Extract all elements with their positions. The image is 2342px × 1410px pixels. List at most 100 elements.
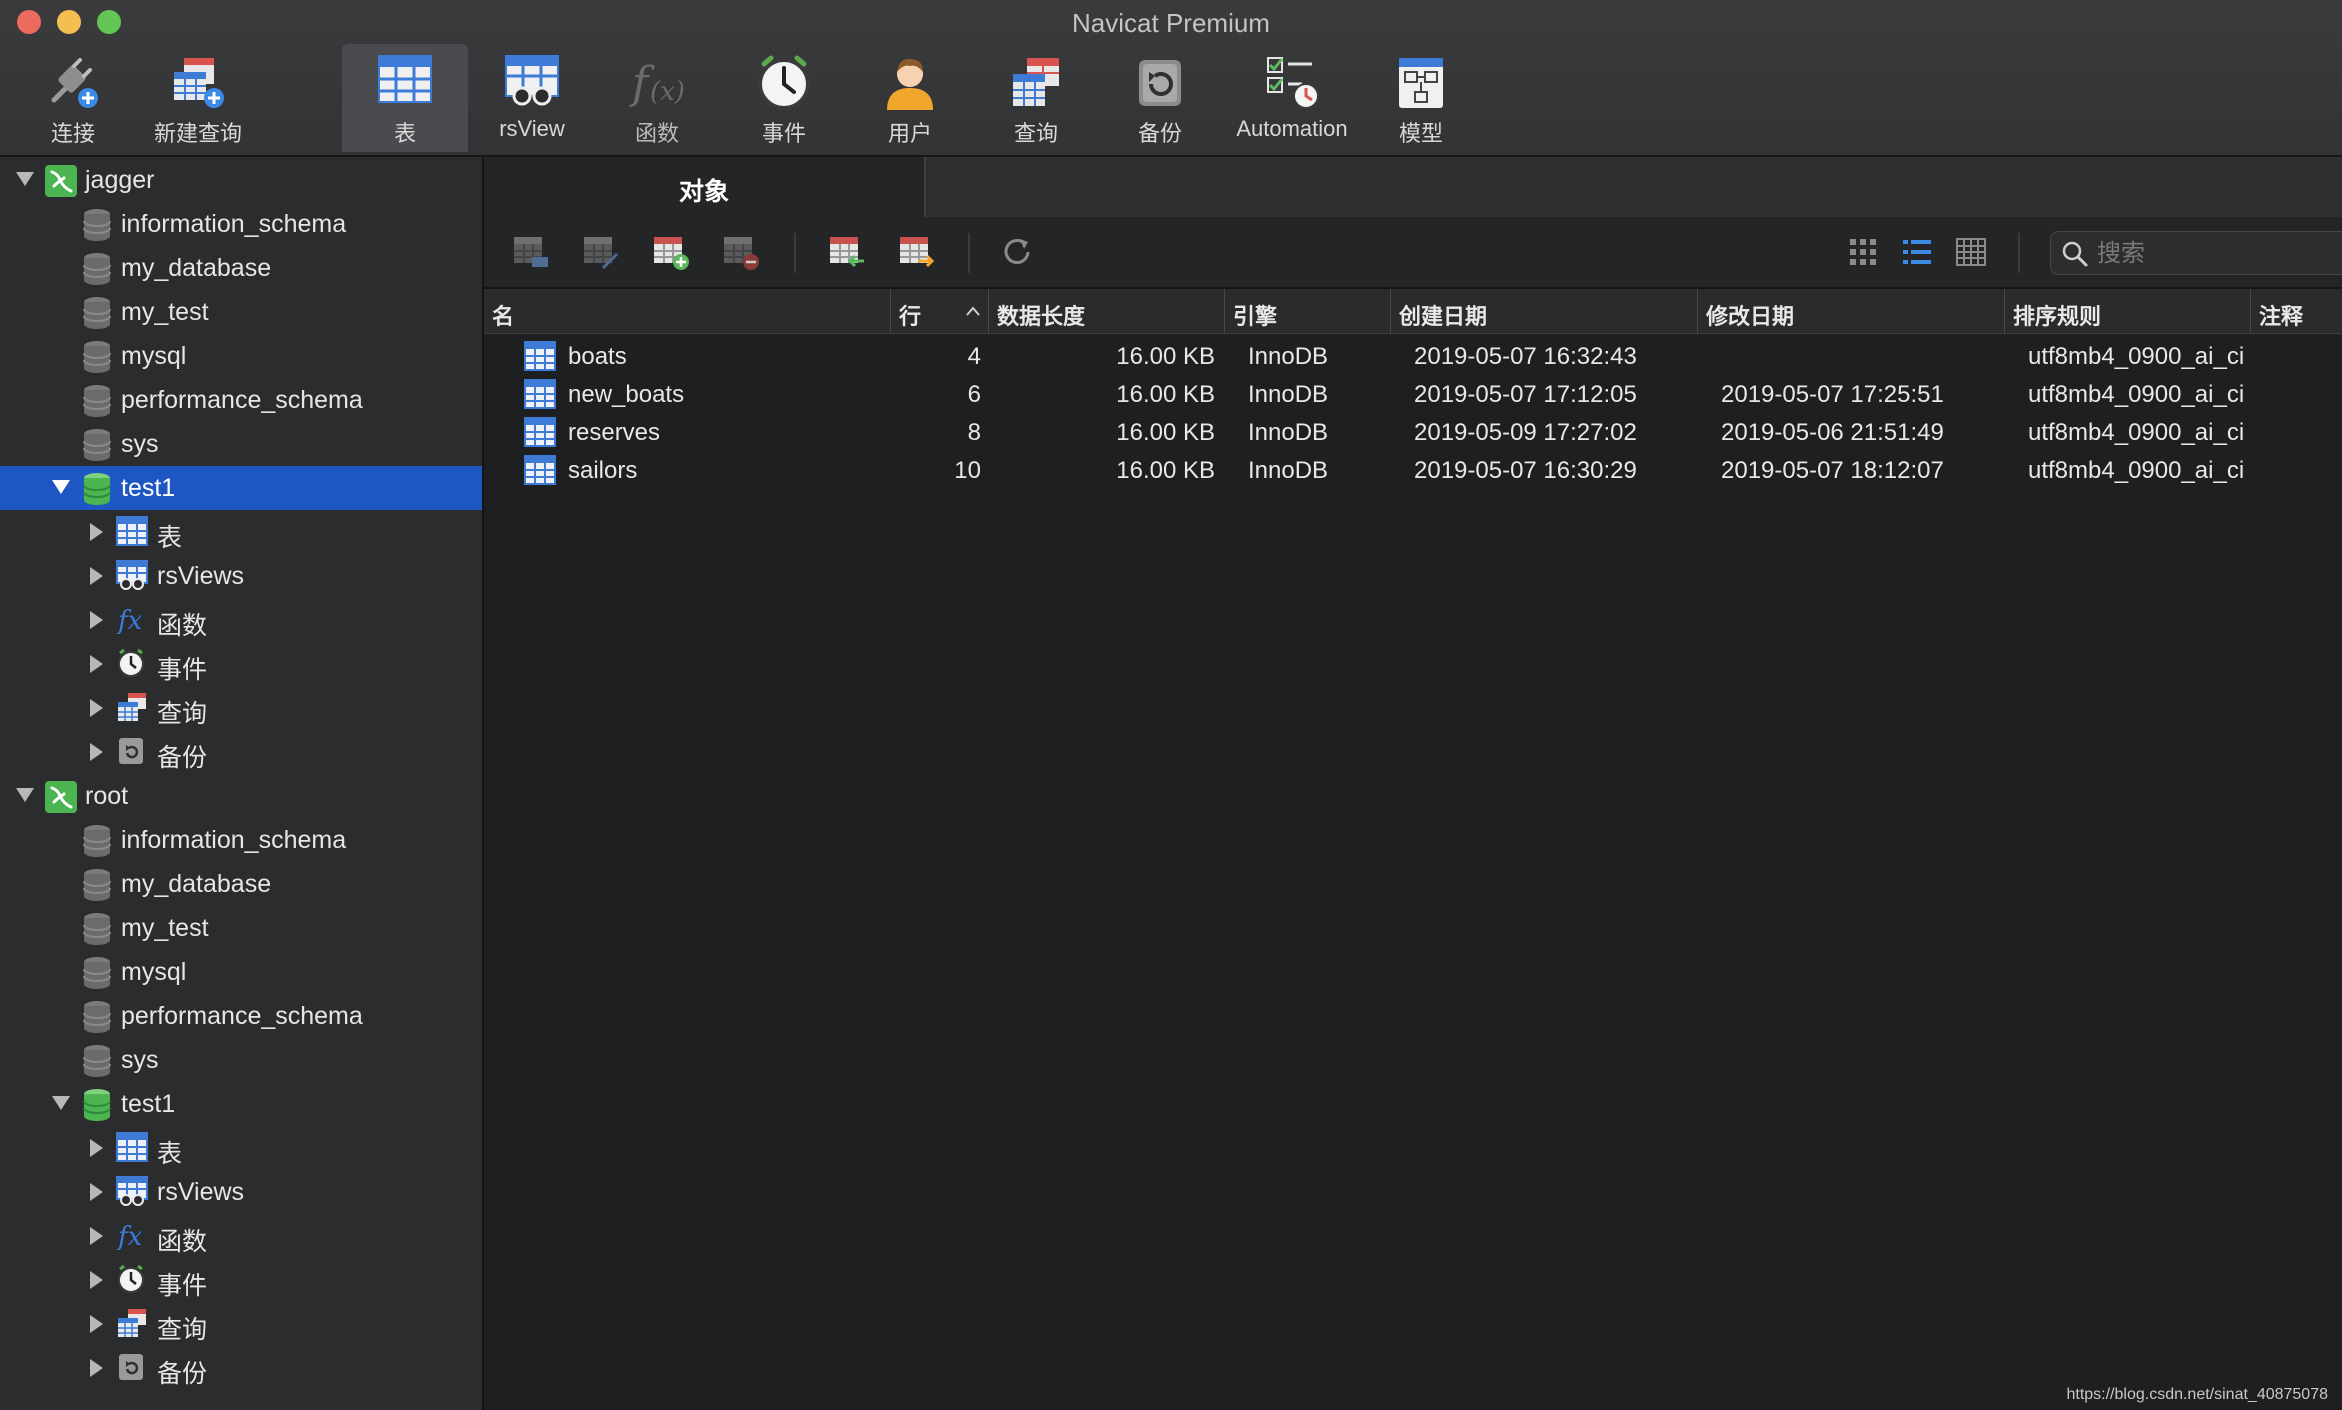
search-field[interactable] xyxy=(2050,231,2342,275)
tree-item-label: 表 xyxy=(157,524,183,552)
tree-item-label: 事件 xyxy=(157,1272,208,1300)
query-icon xyxy=(1013,58,1059,106)
tree-tables[interactable]: 表 xyxy=(0,1126,482,1170)
tree-queries[interactable]: 查询 xyxy=(0,686,482,730)
database-my_test[interactable]: my_test xyxy=(0,906,482,950)
toolbar-table-button[interactable]: 表 xyxy=(342,44,468,152)
tree-events[interactable]: 事件 xyxy=(0,1258,482,1302)
table-icon xyxy=(524,417,556,452)
disclosure-expanded-icon[interactable] xyxy=(16,788,34,802)
tree-item-label: 备份 xyxy=(157,1360,208,1388)
database-mysql[interactable]: mysql xyxy=(0,334,482,378)
cell-created: 2019-05-07 17:12:05 xyxy=(1414,381,1637,408)
tree-backups[interactable]: 备份 xyxy=(0,1346,482,1390)
disclosure-collapsed-icon[interactable] xyxy=(90,743,103,761)
toolbar-event-button[interactable]: 事件 xyxy=(738,44,830,152)
tree-item-label: test1 xyxy=(121,1090,176,1118)
search-input[interactable] xyxy=(2095,238,2339,270)
tab-objects[interactable]: 对象 xyxy=(484,157,926,217)
column-header-comment[interactable]: 注释 xyxy=(2251,289,2342,333)
refresh-icon[interactable] xyxy=(998,233,1036,271)
tree-views[interactable]: rsViews xyxy=(0,554,482,598)
toolbar-backup-button[interactable]: 备份 xyxy=(1114,44,1206,152)
toolbar-new-query-button[interactable]: 新建查询 xyxy=(148,44,248,152)
tree-views[interactable]: rsViews xyxy=(0,1170,482,1214)
disclosure-collapsed-icon[interactable] xyxy=(90,699,103,717)
detail-view-icon[interactable] xyxy=(1952,233,1990,271)
toolbar-table-label: 表 xyxy=(393,121,416,146)
table-row[interactable]: boats 4 16.00 KB InnoDB 2019-05-07 16:32:43 u… xyxy=(484,337,2342,375)
database-sys[interactable]: sys xyxy=(0,422,482,466)
disclosure-expanded-icon[interactable] xyxy=(52,1096,70,1110)
open-table-icon[interactable] xyxy=(512,233,550,271)
toolbar-user-button[interactable]: 用户 xyxy=(864,44,956,152)
toolbar-model-button[interactable]: 模型 xyxy=(1378,44,1464,152)
design-table-icon[interactable] xyxy=(582,233,620,271)
column-header-create-date[interactable]: 创建日期 xyxy=(1391,289,1698,333)
watermark-url: https://blog.csdn.net/sinat_40875078 xyxy=(2066,1386,2328,1403)
toolbar-query-button[interactable]: 查询 xyxy=(990,44,1082,152)
table-row[interactable]: sailors 10 16.00 KB InnoDB 2019-05-07 16:30:… xyxy=(484,451,2342,489)
cell-engine: InnoDB xyxy=(1248,457,1329,484)
icon-view-icon[interactable] xyxy=(1844,233,1882,271)
table-row[interactable]: new_boats 6 16.00 KB InnoDB 2019-05-07 17:12… xyxy=(484,375,2342,413)
disclosure-collapsed-icon[interactable] xyxy=(90,1315,103,1333)
column-header-engine[interactable]: 引擎 xyxy=(1225,289,1391,333)
export-wizard-icon[interactable] xyxy=(898,233,936,271)
table-icon xyxy=(524,341,556,376)
database-my_database[interactable]: my_database xyxy=(0,862,482,906)
database-test1[interactable]: test1 xyxy=(0,466,482,510)
toolbar-function-button[interactable]: f (x) 函数 xyxy=(614,44,700,152)
toolbar-connection-button[interactable]: 连接 xyxy=(30,44,116,152)
disclosure-collapsed-icon[interactable] xyxy=(90,567,103,585)
tree-functions[interactable]: fx 函数 xyxy=(0,598,482,642)
disclosure-expanded-icon[interactable] xyxy=(52,480,70,494)
disclosure-expanded-icon[interactable] xyxy=(16,172,34,186)
connection-jagger[interactable]: jagger xyxy=(0,158,482,202)
disclosure-collapsed-icon[interactable] xyxy=(90,1139,103,1157)
database-test1[interactable]: test1 xyxy=(0,1082,482,1126)
tree-queries[interactable]: 查询 xyxy=(0,1302,482,1346)
column-header-collation[interactable]: 排序规则 xyxy=(2005,289,2251,333)
database-mysql[interactable]: mysql xyxy=(0,950,482,994)
column-header-name[interactable]: 名 xyxy=(484,289,891,333)
cell-rows: 6 xyxy=(967,381,981,408)
disclosure-collapsed-icon[interactable] xyxy=(90,1183,103,1201)
tree-item-label: sys xyxy=(121,1046,159,1074)
database-my_database[interactable]: my_database xyxy=(0,246,482,290)
database-sys[interactable]: sys xyxy=(0,1038,482,1082)
list-view-icon[interactable] xyxy=(1898,233,1936,271)
table-row[interactable]: reserves 8 16.00 KB InnoDB 2019-05-09 17:27:… xyxy=(484,413,2342,451)
disclosure-collapsed-icon[interactable] xyxy=(90,523,103,541)
cell-size: 16.00 KB xyxy=(1116,381,1215,408)
disclosure-collapsed-icon[interactable] xyxy=(90,1227,103,1245)
database-icon xyxy=(82,296,112,335)
tree-functions[interactable]: fx 函数 xyxy=(0,1214,482,1258)
connection-root[interactable]: root xyxy=(0,774,482,818)
column-header-rows[interactable]: 行 xyxy=(891,289,989,333)
toolbar-backup-label: 备份 xyxy=(1137,121,1182,146)
disclosure-collapsed-icon[interactable] xyxy=(90,655,103,673)
column-header-data-length[interactable]: 数据长度 xyxy=(989,289,1225,333)
disclosure-collapsed-icon[interactable] xyxy=(90,1359,103,1377)
database-icon xyxy=(82,428,112,467)
toolbar-view-button[interactable]: rsView xyxy=(486,44,578,152)
column-header-modify-date[interactable]: 修改日期 xyxy=(1698,289,2005,333)
disclosure-collapsed-icon[interactable] xyxy=(90,1271,103,1289)
database-information_schema[interactable]: information_schema xyxy=(0,202,482,246)
import-wizard-icon[interactable] xyxy=(828,233,866,271)
database-information_schema[interactable]: information_schema xyxy=(0,818,482,862)
tree-backups[interactable]: 备份 xyxy=(0,730,482,774)
disclosure-collapsed-icon[interactable] xyxy=(90,611,103,629)
delete-table-icon[interactable] xyxy=(722,233,760,271)
toolbar-automation-button[interactable]: Automation xyxy=(1226,44,1358,152)
cell-name: reserves xyxy=(568,419,661,446)
tree-events[interactable]: 事件 xyxy=(0,642,482,686)
database-my_test[interactable]: my_test xyxy=(0,290,482,334)
table-icon xyxy=(524,379,556,414)
database-performance_schema[interactable]: performance_schema xyxy=(0,378,482,422)
tree-tables[interactable]: 表 xyxy=(0,510,482,554)
tree-item-label: 函数 xyxy=(157,1228,208,1256)
database-performance_schema[interactable]: performance_schema xyxy=(0,994,482,1038)
new-table-icon[interactable] xyxy=(652,233,690,271)
